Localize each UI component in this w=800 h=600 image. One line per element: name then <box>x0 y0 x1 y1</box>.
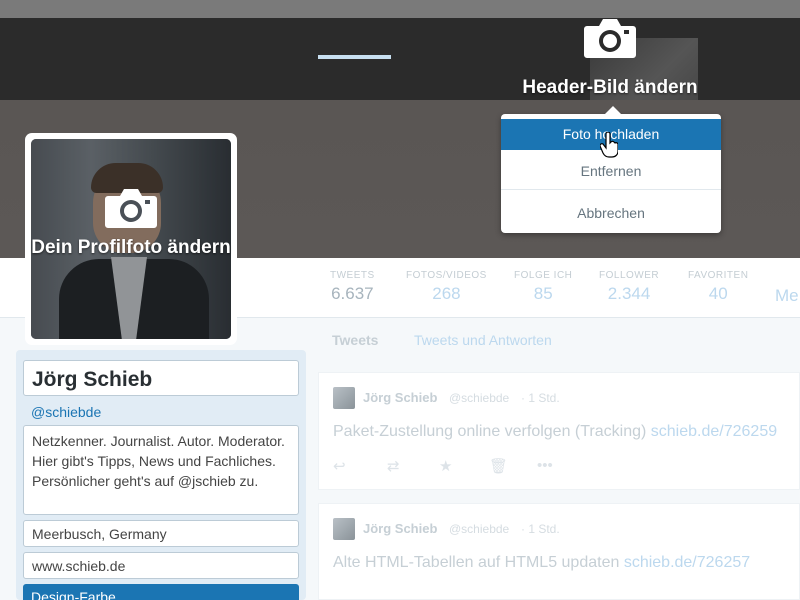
camera-icon[interactable] <box>104 186 158 230</box>
retweet-icon[interactable]: ⇄ <box>387 457 400 475</box>
stat-label: FOLGE ICH <box>514 270 573 281</box>
tweet-handle[interactable]: @schiebde <box>449 522 509 536</box>
tweet-author[interactable]: Jörg Schieb <box>363 390 437 405</box>
hand-cursor-icon <box>600 132 618 158</box>
location-field[interactable]: Meerbusch, Germany <box>23 520 299 547</box>
bio-line: Hier gibt's Tipps, News und Fachliches. <box>32 453 276 469</box>
reply-icon[interactable]: ↩ <box>333 457 346 475</box>
stat-following[interactable]: FOLGE ICH 85 <box>514 270 572 304</box>
menu-divider <box>501 189 721 190</box>
change-avatar-label[interactable]: Dein Profilfoto ändern <box>31 236 231 260</box>
change-header-label[interactable]: Header-Bild ändern <box>480 77 740 99</box>
name-field[interactable]: Jörg Schieb <box>23 360 299 396</box>
stat-followers[interactable]: FOLLOWER 2.344 <box>599 270 659 304</box>
stat-favorites[interactable]: FAVORITEN 40 <box>688 270 748 304</box>
top-bar <box>0 0 800 18</box>
avatar[interactable] <box>333 518 355 540</box>
stat-label: FOLLOWER <box>599 270 660 281</box>
tweet-text: Alte HTML-Tabellen auf HTML5 updaten sch… <box>333 554 751 571</box>
bio-field[interactable]: Netzkenner. Journalist. Autor. Moderator… <box>23 425 299 515</box>
stat-value: 2.344 <box>607 284 651 303</box>
tweet-link[interactable]: schieb.de/726257 <box>624 554 750 571</box>
stat-photos-videos[interactable]: FOTOS/VIDEOS 268 <box>406 270 487 304</box>
remove-menu-item[interactable]: Entfernen <box>501 154 721 188</box>
stat-tweets[interactable]: TWEETS 6.637 <box>330 270 375 304</box>
avatar[interactable] <box>333 387 355 409</box>
camera-icon[interactable] <box>583 16 637 60</box>
stat-label: FAVORITEN <box>688 270 749 281</box>
bio-line: Netzkenner. Journalist. Autor. Moderator… <box>32 433 285 449</box>
stat-value: 40 <box>708 284 728 303</box>
handle-label: @schiebde <box>31 404 102 420</box>
trash-icon[interactable]: 🗑 <box>489 457 508 475</box>
tweet[interactable]: Jörg Schieb @schiebde · 1 Std. Paket-Zus… <box>318 372 800 490</box>
design-color-button[interactable]: Design-Farbe <box>23 584 299 600</box>
tweet-link[interactable]: schieb.de/726259 <box>651 423 777 440</box>
active-tab-underline <box>318 55 391 59</box>
cancel-menu-item[interactable]: Abbrechen <box>501 198 721 228</box>
tab-tweets[interactable]: Tweets <box>332 332 378 348</box>
stat-value: 85 <box>533 284 553 303</box>
tweet-actions: ↩ ⇄ ★ 🗑 ••• <box>333 457 573 475</box>
more-icon[interactable]: ••• <box>537 457 553 474</box>
tweet-handle[interactable]: @schiebde <box>449 391 509 405</box>
tweet-time[interactable]: · 1 Std. <box>521 522 560 536</box>
stat-value: 6.637 <box>331 284 374 303</box>
tab-tweets-replies[interactable]: Tweets und Antworten <box>414 332 552 348</box>
timeline-tabs: Tweets Tweets und Antworten <box>318 318 800 360</box>
stat-value: 268 <box>432 284 461 303</box>
stat-label: TWEETS <box>330 270 375 281</box>
tweet-author[interactable]: Jörg Schieb <box>363 521 437 536</box>
website-field[interactable]: www.schieb.de <box>23 552 299 579</box>
tweet-time[interactable]: · 1 Std. <box>521 391 560 405</box>
nav-more[interactable]: Me <box>775 286 799 306</box>
bio-line: Persönlicher geht's auf @jschieb zu. <box>32 473 259 489</box>
tweet[interactable]: Jörg Schieb @schiebde · 1 Std. Alte HTML… <box>318 503 800 600</box>
tweet-text: Paket-Zustellung online verfolgen (Track… <box>333 423 778 440</box>
stat-label: FOTOS/VIDEOS <box>406 270 487 281</box>
favorite-icon[interactable]: ★ <box>439 457 452 475</box>
